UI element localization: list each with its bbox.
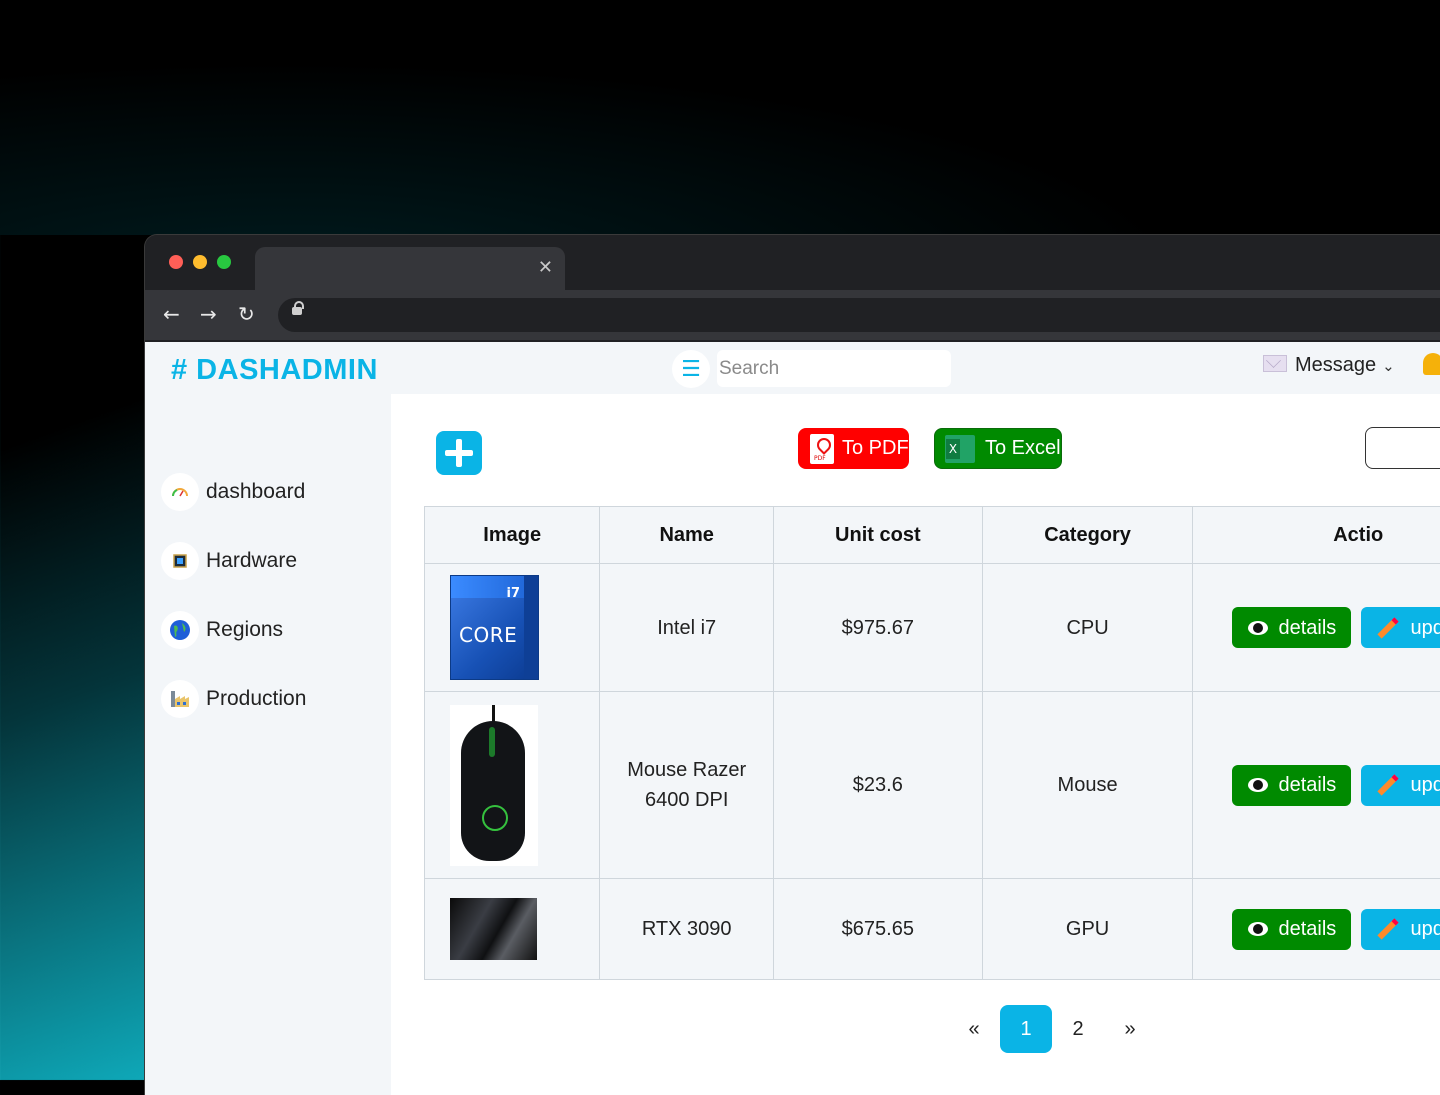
sidebar-item-hardware[interactable]: Hardware xyxy=(161,541,297,581)
product-name-text: Mouse Razer 6400 DPI xyxy=(622,755,752,815)
column-header-actions: Actio xyxy=(1193,507,1440,564)
product-image-cell xyxy=(425,879,600,980)
product-name: Mouse Razer 6400 DPI xyxy=(600,692,774,879)
product-name: Intel i7 xyxy=(600,564,774,692)
message-label: Message xyxy=(1295,354,1376,376)
maximize-window-button[interactable] xyxy=(217,255,231,269)
details-label: details xyxy=(1278,613,1336,643)
minimize-window-button[interactable] xyxy=(193,255,207,269)
pagination-next[interactable]: » xyxy=(1104,1005,1156,1053)
pagination: « 1 2 » xyxy=(948,1005,1156,1053)
gauge-icon xyxy=(161,473,199,511)
eye-icon xyxy=(1248,621,1268,635)
sidebar-item-regions[interactable]: Regions xyxy=(161,610,283,650)
product-name: RTX 3090 xyxy=(600,879,774,980)
product-unit-cost: $975.67 xyxy=(773,564,982,692)
product-category: Mouse xyxy=(982,692,1193,879)
product-image-mouse xyxy=(450,705,538,866)
search-input[interactable] xyxy=(717,350,951,387)
chevron-down-icon: ⌄ xyxy=(1382,357,1395,375)
address-bar: ← → ↻ xyxy=(145,290,1440,340)
table-header-row: Image Name Unit cost Category Actio xyxy=(425,507,1440,564)
table-row: Mouse Razer 6400 DPI $23.6 Mouse details… xyxy=(425,692,1440,879)
column-header-unit-cost: Unit cost xyxy=(773,507,982,564)
product-image-gpu xyxy=(450,898,537,960)
product-actions: details upd xyxy=(1193,692,1440,879)
column-header-name: Name xyxy=(600,507,774,564)
close-window-button[interactable] xyxy=(169,255,183,269)
background-top xyxy=(0,0,1440,235)
export-excel-label: To Excel xyxy=(985,437,1061,460)
brand-logo[interactable]: # DASHADMIN xyxy=(171,354,378,387)
update-label: upd xyxy=(1410,613,1440,643)
lock-icon xyxy=(292,307,302,315)
sidebar-item-production[interactable]: Production xyxy=(161,679,306,719)
pencil-icon xyxy=(1378,617,1399,638)
update-button[interactable]: upd xyxy=(1361,909,1440,950)
pencil-icon xyxy=(1378,774,1399,795)
product-category: GPU xyxy=(982,879,1193,980)
hamburger-icon: ☰ xyxy=(681,357,701,382)
pagination-prev[interactable]: « xyxy=(948,1005,1000,1053)
browser-window: ✕ ← → ↻ # DASHADMIN ☰ Message ⌄ dashboard xyxy=(145,235,1440,1095)
pdf-icon xyxy=(810,434,834,464)
details-button[interactable]: details xyxy=(1232,607,1351,648)
menu-toggle-button[interactable]: ☰ xyxy=(672,350,710,388)
sidebar-item-label: Production xyxy=(206,687,306,711)
bell-icon[interactable] xyxy=(1423,353,1440,375)
envelope-icon xyxy=(1263,355,1287,372)
reload-icon[interactable]: ↻ xyxy=(238,302,255,326)
products-table: Image Name Unit cost Category Actio i7CO… xyxy=(424,506,1440,980)
product-image-cpu: i7CORE xyxy=(450,575,539,680)
product-image-cell: i7CORE xyxy=(425,564,600,692)
table-row: i7CORE Intel i7 $975.67 CPU details upd xyxy=(425,564,1440,692)
factory-icon xyxy=(161,680,199,718)
product-category: CPU xyxy=(982,564,1193,692)
details-label: details xyxy=(1278,770,1336,800)
page: # DASHADMIN ☰ Message ⌄ dashboard Hardwar… xyxy=(145,342,1440,1095)
add-item-button[interactable] xyxy=(436,431,482,475)
update-label: upd xyxy=(1410,770,1440,800)
column-header-category: Category xyxy=(982,507,1193,564)
url-field[interactable] xyxy=(278,298,1440,332)
filter-input[interactable] xyxy=(1365,427,1440,469)
details-button[interactable]: details xyxy=(1232,909,1351,950)
sidebar-item-label: Hardware xyxy=(206,549,297,573)
details-label: details xyxy=(1278,914,1336,944)
close-tab-icon[interactable]: ✕ xyxy=(538,257,553,278)
browser-tab-bar: ✕ xyxy=(145,235,1440,290)
pagination-page-1[interactable]: 1 xyxy=(1000,1005,1052,1053)
product-actions: details upd xyxy=(1193,564,1440,692)
browser-tab[interactable]: ✕ xyxy=(255,247,565,290)
message-dropdown[interactable]: Message ⌄ xyxy=(1263,354,1395,377)
export-pdf-button[interactable]: To PDF xyxy=(798,428,909,469)
sidebar: dashboard Hardware Regions Production xyxy=(145,394,391,1095)
product-unit-cost: $675.65 xyxy=(773,879,982,980)
forward-arrow-icon[interactable]: → xyxy=(200,302,217,326)
details-button[interactable]: details xyxy=(1232,765,1351,806)
excel-icon xyxy=(945,435,975,463)
main-content: To PDF To Excel Image Name Unit cost Cat… xyxy=(391,394,1440,1095)
product-unit-cost: $23.6 xyxy=(773,692,982,879)
eye-icon xyxy=(1248,922,1268,936)
sidebar-item-dashboard[interactable]: dashboard xyxy=(161,472,305,512)
pagination-page-2[interactable]: 2 xyxy=(1052,1005,1104,1053)
export-excel-button[interactable]: To Excel xyxy=(934,428,1062,469)
sidebar-item-label: Regions xyxy=(206,618,283,642)
pencil-icon xyxy=(1378,918,1399,939)
product-actions: details upd xyxy=(1193,879,1440,980)
column-header-image: Image xyxy=(425,507,600,564)
update-button[interactable]: upd xyxy=(1361,607,1440,648)
export-pdf-label: To PDF xyxy=(842,437,909,460)
update-button[interactable]: upd xyxy=(1361,765,1440,806)
eye-icon xyxy=(1248,778,1268,792)
table-row: RTX 3090 $675.65 GPU details upd xyxy=(425,879,1440,980)
globe-icon xyxy=(161,611,199,649)
sidebar-item-label: dashboard xyxy=(206,480,305,504)
back-arrow-icon[interactable]: ← xyxy=(163,302,180,326)
update-label: upd xyxy=(1410,914,1440,944)
chip-icon xyxy=(161,542,199,580)
product-image-cell xyxy=(425,692,600,879)
